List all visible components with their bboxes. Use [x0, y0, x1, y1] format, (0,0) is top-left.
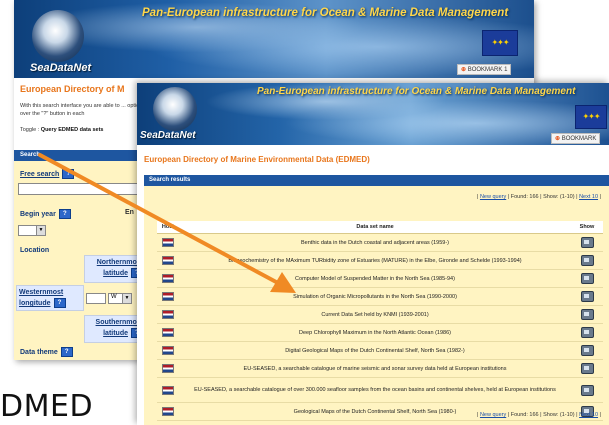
dataset-name: Computer Model of Suspended Matter in th… [179, 269, 571, 288]
northernmost-label: Northernmost latitude? [96, 259, 143, 278]
bottom-pager: | New query | Found: 166 | Show: (1-10) … [476, 412, 601, 418]
table-row: Current Data Set held by KNMI (1939-2001… [157, 305, 603, 324]
help-icon[interactable]: ? [53, 298, 66, 308]
toggle-row: Toggle : Query EDMED data sets [20, 127, 104, 133]
front-browser-window: SeaDataNet Pan-European infrastructure f… [137, 83, 609, 425]
dataset-name: Deep Chlorophyll Maximum in the North At… [179, 323, 571, 342]
table-row: Deep Chlorophyll Maximum in the North At… [157, 323, 603, 342]
top-pager: | New query | Found: 166 | Show: (1-10) … [476, 194, 601, 200]
netherlands-flag-icon [162, 238, 174, 247]
show-dataset-icon[interactable] [580, 309, 594, 320]
table-row: Computer Model of Suspended Matter in th… [157, 269, 603, 288]
back-banner: SeaDataNet Pan-European infrastructure f… [14, 0, 534, 78]
netherlands-flag-icon [162, 364, 174, 373]
westernmost-label: Westernmost longitude? [19, 288, 81, 309]
table-row: Digital Geological Maps of the Dutch Con… [157, 341, 603, 360]
page-heading: European Directory of Marine Environment… [144, 155, 370, 164]
westernmost-box: Westernmost longitude? [16, 285, 84, 311]
dataset-name: Digital Geological Maps of the Dutch Con… [179, 341, 571, 360]
bookmark-button[interactable]: ⊕ BOOKMARK [551, 133, 601, 144]
dataset-name: EU-SEASED, a searchable catalogue of ove… [179, 377, 571, 403]
table-row: Biogeochemistry of the MAximum TURbidity… [157, 251, 603, 270]
front-banner: SeaDataNet Pan-European infrastructure f… [137, 83, 609, 145]
help-icon[interactable]: ? [60, 347, 73, 357]
dataset-name: Current Data Set held by KNMI (1939-2001… [179, 305, 571, 324]
show-dataset-icon[interactable] [580, 327, 594, 338]
show-dataset-icon[interactable] [580, 273, 594, 284]
begin-year-label: Begin year? [20, 209, 71, 219]
netherlands-flag-icon [162, 292, 174, 301]
table-row: EU-SEASED, a searchable catalogue of mar… [157, 359, 603, 378]
datasets-table: Host Data set name Show Benthic data in … [157, 221, 603, 421]
dataset-name: Biogeochemistry of the MAximum TURbidity… [179, 251, 571, 270]
netherlands-flag-icon [162, 346, 174, 355]
new-query-link[interactable]: New query [480, 412, 506, 418]
slide-caption: DMED [0, 389, 94, 424]
new-query-link[interactable]: New query [480, 194, 506, 200]
netherlands-flag-icon [162, 310, 174, 319]
westernmost-input[interactable] [86, 293, 106, 304]
show-dataset-icon[interactable] [580, 237, 594, 248]
table-row: Simulation of Organic Micropollutants in… [157, 287, 603, 306]
banner-title: Pan-European infrastructure for Ocean & … [142, 7, 509, 19]
search-results-header: Search results [144, 175, 609, 186]
data-theme-label: Data theme? [20, 347, 73, 357]
location-label: Location [20, 247, 50, 254]
dataset-name: EU-SEASED, a searchable catalogue of mar… [179, 359, 571, 378]
seadatanet-logo-icon[interactable] [32, 10, 84, 62]
table-row: Benthic data in the Dutch coastal and ad… [157, 233, 603, 252]
banner-title: Pan-European infrastructure for Ocean & … [257, 86, 576, 97]
free-search-input[interactable] [18, 183, 140, 195]
name-column-header: Data set name [179, 221, 571, 234]
table-header-row: Host Data set name Show [157, 221, 603, 234]
show-dataset-icon[interactable] [580, 255, 594, 266]
end-year-label: En [125, 209, 134, 216]
seadatanet-logo-icon[interactable] [153, 87, 197, 131]
free-search-label: Free search? [20, 169, 75, 179]
westernmost-direction-select[interactable]: W ▼ [108, 293, 132, 304]
host-column-header: Host [157, 221, 179, 234]
help-icon[interactable]: ? [58, 209, 71, 219]
dataset-name: Simulation of Organic Micropollutants in… [179, 287, 571, 306]
search-results-panel: | New query | Found: 166 | Show: (1-10) … [144, 186, 609, 425]
netherlands-flag-icon [162, 328, 174, 337]
help-icon[interactable]: ? [62, 169, 75, 179]
toggle-query-link[interactable]: Query EDMED data sets [41, 127, 104, 133]
netherlands-flag-icon [162, 256, 174, 265]
next-page-link[interactable]: Next 10 [579, 194, 598, 200]
show-column-header: Show [571, 221, 603, 234]
bookmark-button[interactable]: ⊕ BOOKMARK 1 [457, 64, 512, 75]
show-dataset-icon[interactable] [580, 291, 594, 302]
next-page-link[interactable]: Next 10 [579, 412, 598, 418]
eu-flag-icon: ✦✦✦ [482, 30, 518, 56]
eu-flag-icon: ✦✦✦ [575, 105, 607, 129]
dataset-name: Benthic data in the Dutch coastal and ad… [179, 233, 571, 252]
netherlands-flag-icon [162, 385, 174, 395]
show-dataset-icon[interactable] [580, 384, 594, 396]
logo-text: SeaDataNet [30, 62, 92, 74]
search-panel: Free search? Begin year? En ▼ Location N… [14, 161, 146, 360]
show-dataset-icon[interactable] [580, 363, 594, 374]
page-heading: European Directory of M [20, 84, 125, 94]
logo-text: SeaDataNet [140, 130, 196, 141]
begin-year-select[interactable]: ▼ [18, 225, 46, 236]
table-row: EU-SEASED, a searchable catalogue of ove… [157, 377, 603, 403]
search-header: Search [14, 150, 145, 161]
netherlands-flag-icon [162, 274, 174, 283]
netherlands-flag-icon [162, 407, 174, 416]
southernmost-label: Southernmost latitude? [95, 319, 143, 338]
show-dataset-icon[interactable] [580, 345, 594, 356]
